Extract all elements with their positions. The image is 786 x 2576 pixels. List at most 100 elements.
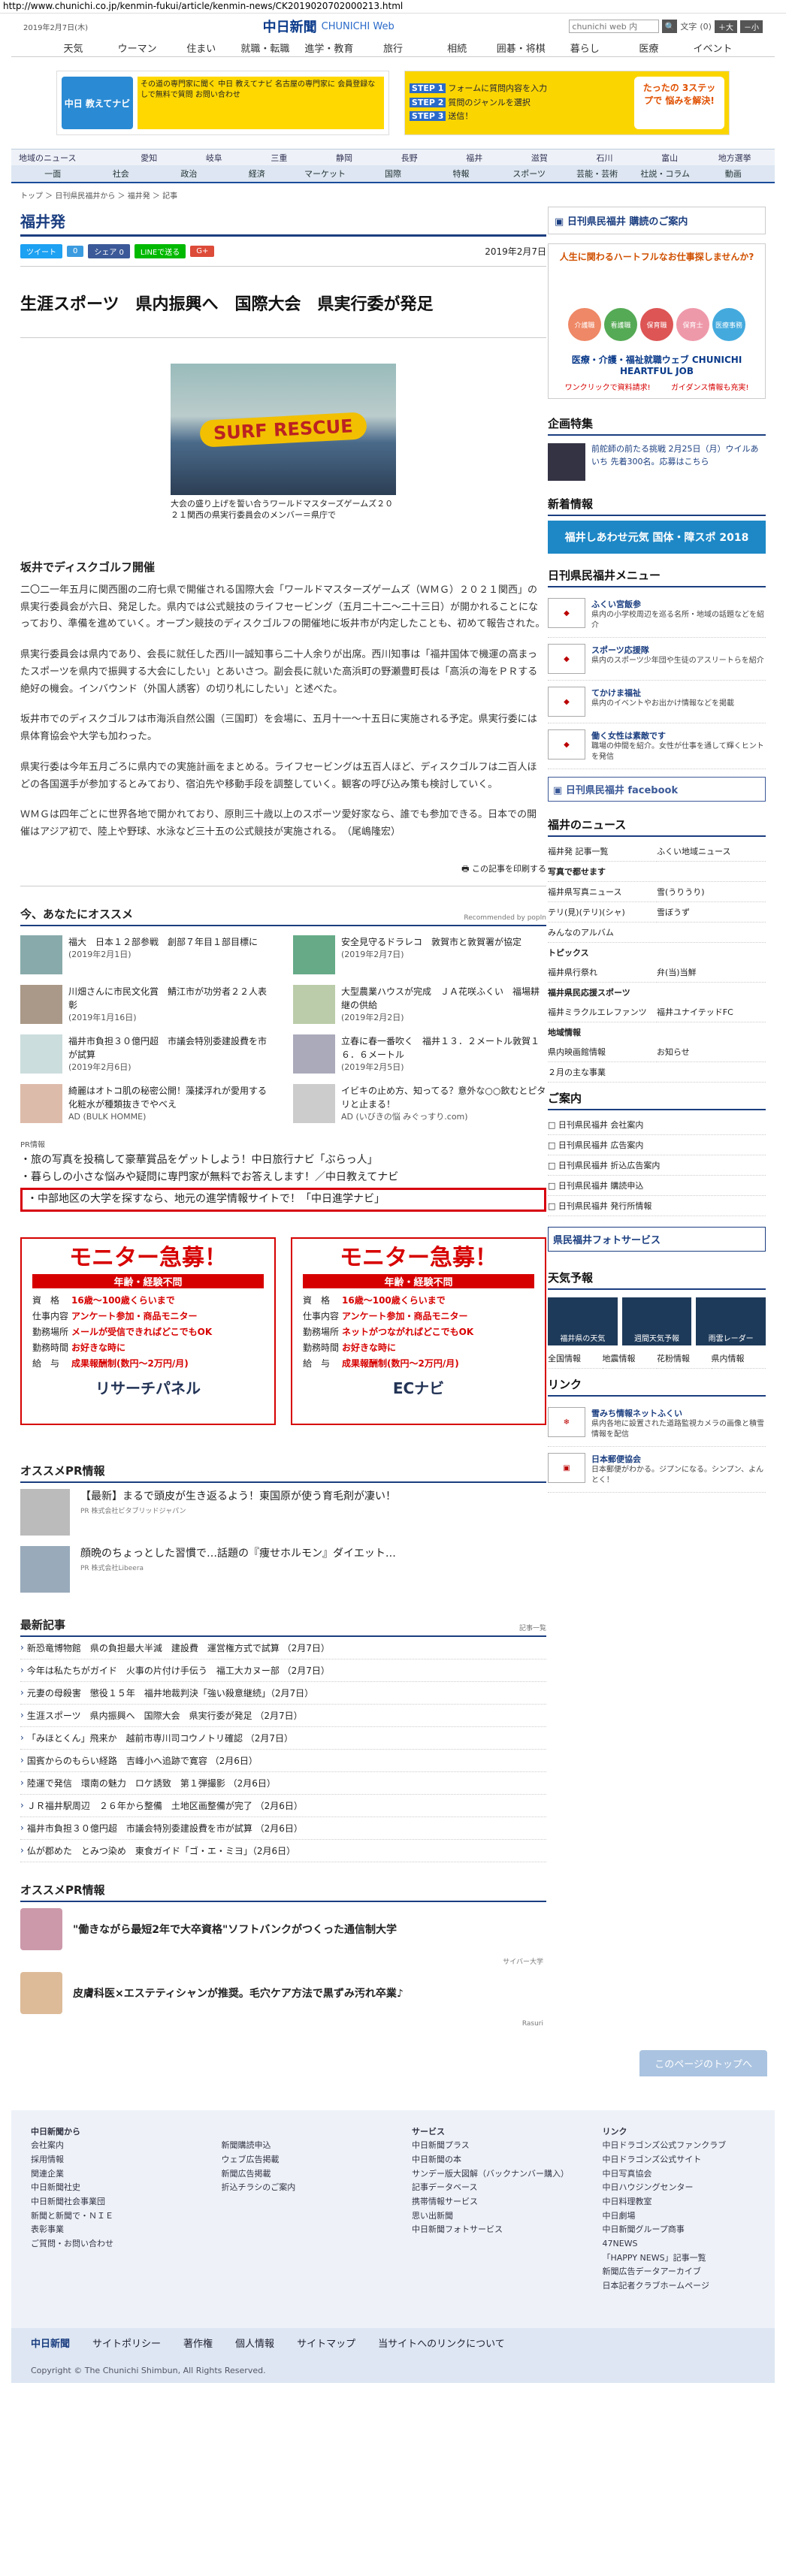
footer-link[interactable]: 「HAPPY NEWS」記事一覧 xyxy=(603,2251,756,2266)
latest-row[interactable]: › 「みほとくん」飛来か 越前市専川司コウノトリ確認 （2月7日） xyxy=(20,1727,546,1750)
side-link[interactable]: 花粉情報 xyxy=(657,1348,712,1369)
breadcrumb[interactable]: トップ ＞ 日刊県民福井から ＞ 福井発 ＞ 記事 xyxy=(11,183,775,207)
region-nav-item[interactable]: 地方選挙 xyxy=(702,152,767,164)
footer-link[interactable]: 新聞購読申込 xyxy=(222,2139,375,2153)
region-nav-item[interactable]: 滋賀 xyxy=(507,152,573,164)
site-logo[interactable]: 中日新聞 CHUNICHI Web xyxy=(263,17,395,36)
side-menu-item[interactable]: ◆ ふくい宮飯参 県内の小学校周辺を巡る名所・地域の話題などを紹介 xyxy=(548,592,766,638)
region-nav-item[interactable]: 富山 xyxy=(637,152,703,164)
pr-link[interactable]: ・旅の写真を投稿して豪華賞品をゲットしよう！中日旅行ナビ「ぶらっ人」 xyxy=(20,1152,546,1169)
footer-link[interactable]: 思い出新聞 xyxy=(412,2209,565,2224)
gnav-item[interactable]: 囲碁・将棋 xyxy=(489,41,553,55)
heartful-job-ad[interactable]: 人生に関わるハートフルなお仕事探しませんか? 介護職 看護職 保育職 保育士 医療事務 … xyxy=(548,243,766,399)
footer-link[interactable]: 中日新聞プラス xyxy=(412,2139,565,2153)
category-nav-item[interactable]: 社会 xyxy=(87,168,156,180)
footer-link[interactable]: ご質問・お問い合わせ xyxy=(31,2237,184,2251)
latest-row[interactable]: › 国賓からのもらい経路 吉峰小へ追跡で寛容 （2月6日） xyxy=(20,1750,546,1772)
tweet-button[interactable]: ツイート xyxy=(20,244,62,258)
pr-link-highlighted[interactable]: ・中部地区の大学を探すなら、地元の進学情報サイトで！「中日進学ナビ」 xyxy=(20,1188,546,1212)
guide-link[interactable]: □ 日刊県民福井 購読申込 xyxy=(548,1176,766,1196)
weather-tile[interactable]: 週間天気予報 xyxy=(621,1297,692,1345)
side-link[interactable]: 地震情報 xyxy=(602,1348,657,1369)
side-link[interactable]: 福井ミラクルエレファンツ xyxy=(548,1002,657,1022)
facebook-link[interactable]: ▣ 日刊県民福井 facebook xyxy=(548,777,766,802)
link-item[interactable]: ▣ 日本郵便協会 日本郵便がわかる。ジプンになる。シンプン、よんとく！ xyxy=(548,1447,766,1493)
monitor-ad[interactable]: モニター急募！ 年齢・経験不問資 格 16歳〜100歳くらいまで 仕事内容 アンケート参… xyxy=(291,1237,546,1425)
footer-bar-link[interactable]: 個人情報 xyxy=(235,2336,274,2350)
footer-link[interactable]: 中日劇場 xyxy=(603,2209,756,2224)
photo-service-banner[interactable]: 県民福井フォトサービス xyxy=(548,1227,766,1252)
region-nav-item[interactable]: 三重 xyxy=(246,152,312,164)
category-nav-item[interactable]: 社説・コラム xyxy=(631,168,700,180)
guide-link[interactable]: □ 日刊県民福井 会社案内 xyxy=(548,1115,766,1135)
side-menu-item[interactable]: ◆ てかけま福祉 県内のイベントやお出かけ情報などを掲載 xyxy=(548,681,766,723)
recommend-item[interactable]: 安全見守るドラレコ 敦賀市と敦賀署が協定 (2019年2月7日) xyxy=(293,935,546,976)
pr2-item[interactable]: 皮膚科医×エステティシャンが推奨。毛穴ケア方法で黒ずみ汚れ卒業♪ xyxy=(20,1966,546,2020)
footer-link[interactable]: ウェブ広告掲載 xyxy=(222,2153,375,2167)
side-link[interactable]: テリ(見)(テリ)(シャ) xyxy=(548,902,657,923)
recommend-item[interactable]: 綺麗はオトコ肌の秘密公開！藻揉浮れが愛用する化粧水が種類抜きでやべえ AD (BU… xyxy=(20,1083,274,1125)
line-button[interactable]: LINEで送る xyxy=(134,244,186,258)
region-nav-item[interactable]: 静岡 xyxy=(312,152,377,164)
region-nav-item[interactable]: 福井 xyxy=(442,152,507,164)
recommend-item[interactable]: 福井市負担３０億円超 市議会特別委建設費を市が試算 (2019年2月6日) xyxy=(20,1034,274,1075)
footer-link[interactable]: 会社案内 xyxy=(31,2139,184,2153)
facebook-share-button[interactable]: シェア 0 xyxy=(88,244,130,258)
footer-link[interactable]: 記事データベース xyxy=(412,2181,565,2195)
footer-link[interactable]: 新聞広告掲載 xyxy=(222,2167,375,2182)
side-menu-item[interactable]: ◆ スポーツ応援隊 県内のスポーツ少年団や生徒のアスリートらを紹介 xyxy=(548,638,766,681)
footer-bar-link[interactable]: サイトポリシー xyxy=(92,2336,161,2350)
category-nav-item[interactable]: 政治 xyxy=(155,168,223,180)
footer-link[interactable]: 47NEWS xyxy=(603,2237,756,2251)
footer-bar-link[interactable]: 著作権 xyxy=(183,2336,213,2350)
gnav-item[interactable]: 相続 xyxy=(425,41,489,55)
recommend-item[interactable]: 立春に春一番吹く 福井１３．２メートル敦賀１６．６メートル (2019年2月5日) xyxy=(293,1034,546,1075)
footer-link[interactable]: 中日ドラゴンズ公式ファンクラブ xyxy=(603,2139,756,2153)
category-nav-item[interactable]: 芸能・芸術 xyxy=(563,168,631,180)
region-nav-item[interactable]: 愛知 xyxy=(116,152,182,164)
side-link[interactable]: お知らせ xyxy=(657,1042,766,1062)
latest-row[interactable]: › 元妻の母殺害 懲役１５年 福井地裁判決「強い殺意継続」（2月7日） xyxy=(20,1682,546,1705)
side-link[interactable]: 雪(うりうり) xyxy=(657,882,766,902)
category-nav-item[interactable]: スポーツ xyxy=(495,168,564,180)
recommend-item[interactable]: 大型農業ハウスが完成 ＪＡ花咲ふくい 福場耕継の供給 (2019年2月2日) xyxy=(293,984,546,1025)
footer-link[interactable]: 中日新聞社会事業団 xyxy=(31,2195,184,2209)
guide-link[interactable]: □ 日刊県民福井 折込広告案内 xyxy=(548,1155,766,1176)
gnav-item[interactable]: イベント xyxy=(681,41,745,55)
guide-link[interactable]: □ 日刊県民福井 広告案内 xyxy=(548,1135,766,1155)
side-menu-item[interactable]: ◆ 働く女性は素敵です 職場の仲間を紹介。女性が仕事を通して輝くヒントを発信 xyxy=(548,723,766,769)
three-step-banner[interactable]: STEP 1 フォームに質問内容を入力 STEP 2 質問のジャンルを選択 STEP… xyxy=(404,71,730,135)
footer-link[interactable]: 中日料理教室 xyxy=(603,2195,756,2209)
back-to-top-button[interactable]: このページのトップへ xyxy=(639,2049,767,2076)
category-nav-item[interactable]: 特報 xyxy=(427,168,495,180)
font-down-button[interactable]: －小 xyxy=(739,20,763,33)
side-link[interactable]: 全国情報 xyxy=(548,1348,603,1369)
footer-link[interactable]: 中日ドラゴンズ公式サイト xyxy=(603,2153,756,2167)
footer-link[interactable]: 携帯情報サービス xyxy=(412,2195,565,2209)
kenmin-subscribe[interactable]: ▣ 日刊県民福井 購読のご案内 xyxy=(548,207,766,234)
oshiete-navi-banner[interactable]: 中日 教えてナビ その道の専門家に聞く 中日 教えてナビ 名古屋の専門家に 会員… xyxy=(56,71,389,135)
gnav-item[interactable]: 医療 xyxy=(617,41,681,55)
footer-link[interactable]: 中日写真協会 xyxy=(603,2167,756,2182)
pr-link[interactable]: ・暮らしの小さな悩みや疑問に専門家が無料でお答えします！／中日教えてナビ xyxy=(20,1169,546,1186)
region-nav-item[interactable]: 石川 xyxy=(572,152,637,164)
side-link[interactable]: 県内情報 xyxy=(711,1348,766,1369)
kokutai-banner[interactable]: 福井しあわせ元気 国体・障スポ 2018 xyxy=(548,521,766,554)
side-link[interactable]: 弁(当)当鮮 xyxy=(657,962,766,983)
category-nav-item[interactable]: 経済 xyxy=(223,168,292,180)
side-link[interactable]: ふくい地域ニュース xyxy=(657,841,766,862)
article-photo[interactable]: SURF RESCUE 大会の盛り上げを誓い合うワールドマスターズゲームズ２０２… xyxy=(171,364,396,524)
footer-link[interactable]: サンデー版大図解（バックナンバー購入） xyxy=(412,2167,569,2182)
footer-link[interactable]: 表彰事業 xyxy=(31,2223,184,2237)
gnav-item[interactable]: 進学・教育 xyxy=(297,41,361,55)
gnav-item[interactable]: 天気 xyxy=(41,41,105,55)
footer-link[interactable]: 日本記者クラブホームページ xyxy=(603,2279,756,2294)
weather-tile[interactable]: 福井県の天気 xyxy=(548,1297,618,1345)
category-nav-item[interactable]: 一面 xyxy=(19,168,87,180)
footer-bar-link[interactable]: 当サイトへのリンクについて xyxy=(378,2336,505,2350)
latest-row[interactable]: › 生涯スポーツ 県内振興へ 国際大会 県実行委が発足 （2月7日） xyxy=(20,1705,546,1727)
search-input[interactable] xyxy=(569,20,660,33)
link-item[interactable]: ❄ 雪みち情報ネットふくい 県内各地に設置された道路監視カメラの画像と積雪情報を配… xyxy=(548,1401,766,1447)
category-nav-item[interactable]: 国際 xyxy=(359,168,428,180)
footer-link[interactable]: 中日新聞グループ商事 xyxy=(603,2223,756,2237)
